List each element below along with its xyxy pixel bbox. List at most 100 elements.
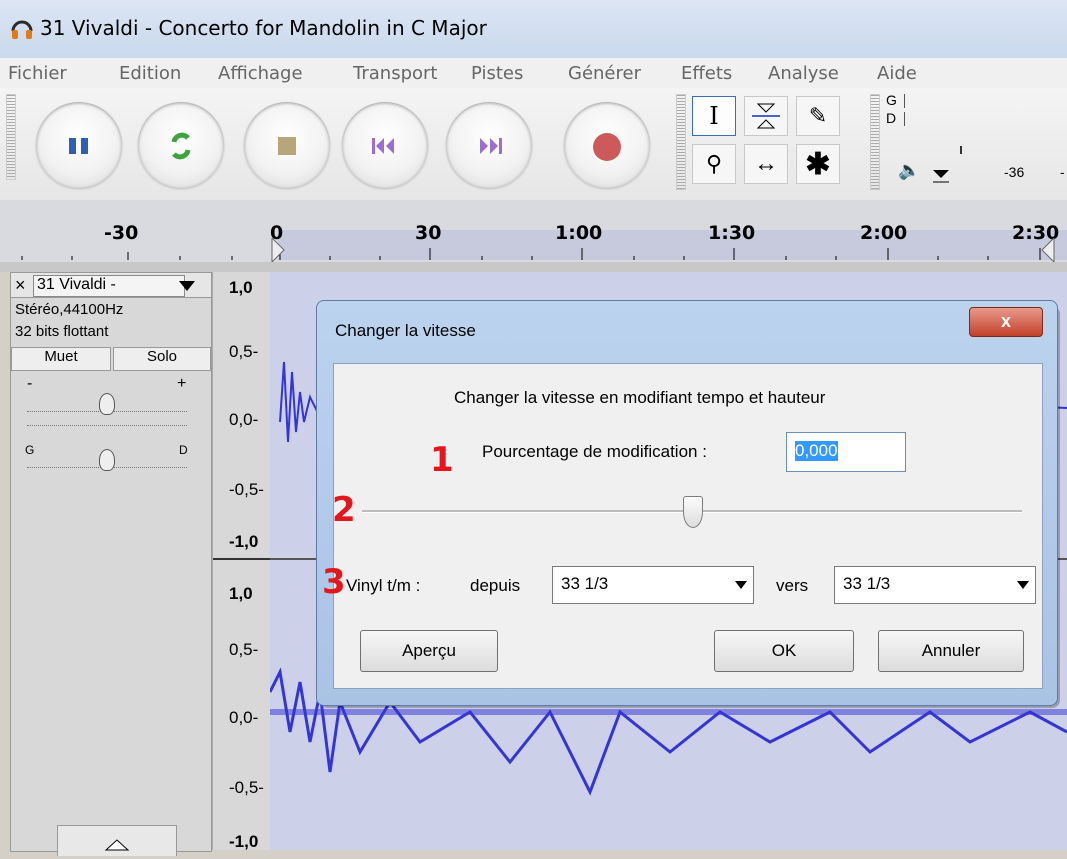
gain-plus-label: + — [177, 375, 187, 392]
record-button[interactable] — [564, 102, 650, 188]
title-bar: 31 Vivaldi - Concerto for Mandolin in C … — [0, 0, 1067, 58]
stop-button[interactable] — [244, 102, 330, 188]
ruler-separator — [0, 262, 1067, 272]
scale-label: -0,5- — [229, 778, 264, 797]
chevron-down-icon — [933, 170, 949, 183]
mute-button[interactable]: Muet — [11, 347, 111, 371]
close-icon: x — [1000, 311, 1011, 331]
window-title: 31 Vivaldi - Concerto for Mandolin in C … — [40, 16, 487, 40]
loop-icon — [171, 132, 191, 160]
meter-left-bar[interactable] — [904, 94, 1067, 108]
dialog-close-button[interactable]: x — [969, 307, 1043, 337]
scale-label: 1,0 — [229, 278, 253, 297]
draw-tool[interactable]: ✎ — [796, 96, 840, 136]
cancel-button[interactable]: Annuler — [878, 630, 1024, 672]
amplitude-scale: 1,0 0,5- 0,0- -0,5- -1,0 1,0 0,5- 0,0- -… — [212, 272, 271, 851]
menu-effets[interactable]: Effets — [681, 63, 732, 84]
menu-fichier[interactable]: Fichier — [8, 63, 67, 84]
menu-aide[interactable]: Aide — [877, 63, 917, 84]
selection-tool[interactable]: I — [692, 96, 736, 136]
meter-left-label: G — [886, 92, 897, 108]
meter-right-label: D — [886, 110, 897, 126]
track-header: × 31 Vivaldi - — [11, 273, 211, 298]
to-rpm-select[interactable]: 33 1/3 — [834, 566, 1036, 604]
chevron-up-icon — [104, 839, 130, 851]
skip-start-button[interactable] — [342, 102, 428, 188]
ibeam-icon: I — [709, 102, 719, 130]
track-control-panel: × 31 Vivaldi - Stéréo,44100Hz 32 bits fl… — [10, 272, 212, 856]
loop-play-button[interactable] — [138, 102, 224, 188]
skip-start-icon — [372, 138, 394, 154]
gain-minus-label: - — [27, 375, 33, 392]
scale-label: 0,5- — [229, 342, 259, 361]
menu-edition[interactable]: Edition — [119, 63, 181, 84]
ruler-label: 30 — [415, 222, 442, 244]
percent-input[interactable]: 0,000 — [786, 432, 906, 472]
change-speed-dialog: Changer la vitesse x Changer la vitesse … — [316, 300, 1058, 706]
zoom-tool[interactable]: ⚲ — [692, 144, 736, 184]
chevron-down-icon — [1017, 581, 1029, 589]
toolbar: I ✎ ⚲ ↔ ✱ G D 🔈 -36 - — [0, 88, 1067, 201]
solo-button[interactable]: Solo — [113, 347, 211, 371]
meter-grip[interactable] — [870, 94, 880, 190]
track-close-button[interactable]: × — [15, 275, 26, 296]
ruler-label: 2:00 — [860, 222, 908, 244]
pause-button[interactable] — [36, 102, 122, 188]
to-rpm-value: 33 1/3 — [843, 574, 891, 593]
record-icon — [593, 133, 621, 161]
ok-button[interactable]: OK — [714, 630, 854, 672]
multi-tool[interactable]: ✱ — [796, 144, 840, 184]
ruler-label: 1:00 — [555, 222, 603, 244]
headphones-icon — [11, 20, 33, 39]
scale-label: -1,0 — [229, 532, 259, 551]
scale-label: -0,5- — [229, 480, 264, 499]
magnifier-icon: ⚲ — [705, 151, 723, 176]
menu-generer[interactable]: Générer — [568, 63, 641, 84]
toolbar-grip[interactable] — [6, 94, 16, 180]
speaker-icon: 🔈 — [898, 160, 921, 180]
meter-scale-next: - — [1060, 164, 1065, 180]
percent-value: 0,000 — [795, 441, 838, 461]
menu-affichage[interactable]: Affichage — [218, 63, 303, 84]
play-region-end-icon[interactable] — [1040, 238, 1056, 262]
stop-icon — [278, 137, 296, 155]
timeshift-tool[interactable]: ↔ — [744, 144, 788, 184]
menu-analyse[interactable]: Analyse — [768, 63, 839, 84]
vinyl-label: Vinyl t/m : — [346, 576, 421, 595]
annotation-marker-2: 2 — [332, 490, 356, 530]
from-rpm-select[interactable]: 33 1/3 — [552, 566, 754, 604]
pause-icon — [69, 138, 88, 154]
scale-label: 0,0- — [229, 708, 259, 727]
percent-label: Pourcentage de modification : — [482, 442, 707, 461]
meter-scale-36: -36 — [1004, 164, 1025, 180]
ruler-ticks — [21, 248, 1041, 260]
scale-label: 0,5- — [229, 640, 259, 659]
skip-end-button[interactable] — [446, 102, 532, 188]
preview-button[interactable]: Aperçu — [360, 630, 498, 672]
menu-pistes[interactable]: Pistes — [471, 63, 523, 84]
from-rpm-value: 33 1/3 — [561, 574, 609, 593]
double-arrow-icon: ↔ — [754, 150, 778, 177]
timeline-ruler[interactable]: -30 0 30 1:00 1:30 2:00 2:30 — [0, 200, 1067, 262]
menu-transport[interactable]: Transport — [353, 63, 437, 84]
scale-label: -1,0 — [229, 832, 259, 851]
scale-label: 0,0- — [229, 410, 259, 429]
annotation-marker-3: 3 — [322, 562, 346, 602]
track-name: 31 Vivaldi - — [37, 276, 116, 293]
pencil-icon: ✎ — [808, 103, 828, 128]
volume-dropdown[interactable] — [930, 162, 952, 184]
tools-grip[interactable] — [676, 94, 686, 190]
meter-right-bar[interactable] — [904, 112, 1067, 126]
gain-slider-thumb[interactable] — [99, 393, 115, 415]
collapse-track-button[interactable] — [57, 825, 177, 856]
ruler-label: -30 — [104, 222, 139, 244]
meter-tick — [960, 146, 962, 154]
speed-slider-thumb[interactable] — [683, 496, 703, 528]
envelope-tool[interactable] — [744, 96, 788, 136]
skip-end-icon — [480, 138, 502, 154]
chevron-down-icon — [179, 281, 195, 291]
dialog-heading: Changer la vitesse en modifiant tempo et… — [454, 388, 826, 407]
pan-slider-thumb[interactable] — [99, 449, 115, 471]
play-region-start-icon[interactable] — [270, 238, 286, 262]
channel-divider — [213, 558, 271, 560]
